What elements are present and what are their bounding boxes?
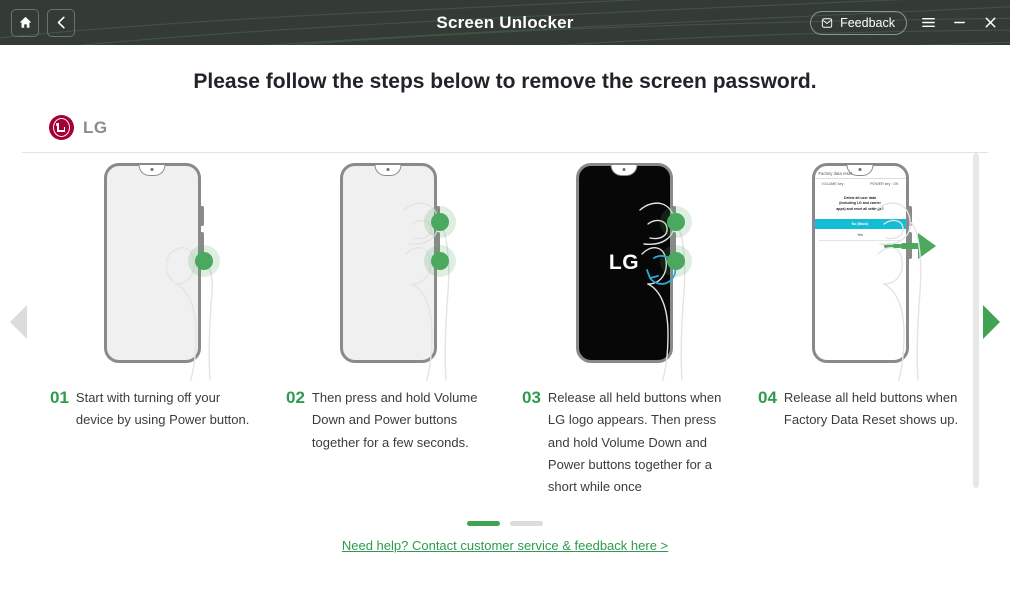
- phone-illustration: [34, 163, 270, 381]
- steps-carousel: 01 Start with turning off your device by…: [0, 153, 1010, 513]
- carousel-prev-button[interactable]: [10, 305, 27, 339]
- step-card: LG 03 Release all held buttons when LG l…: [506, 163, 742, 493]
- step-number: 03: [522, 388, 541, 407]
- step-caption: 04 Release all held buttons when Factory…: [742, 373, 978, 432]
- volume-press-indicator: [430, 213, 449, 231]
- step-text: Release all held buttons when LG logo ap…: [547, 390, 722, 493]
- page-indicator: [0, 521, 1010, 526]
- envelope-icon: [821, 17, 833, 28]
- factory-reset-divider: [814, 177, 906, 178]
- step-caption: 01 Start with turning off your device by…: [34, 373, 270, 432]
- step-text: Then press and hold Volume Down and Powe…: [311, 390, 478, 450]
- volume-button-shape: [199, 206, 204, 226]
- phone-illustration: Factory data reset VOLUME key : POWER ke…: [742, 163, 978, 381]
- phone-illustration: LG: [506, 163, 742, 381]
- step-caption: 03 Release all held buttons when LG logo…: [506, 373, 742, 493]
- power-press-indicator: [430, 252, 449, 270]
- home-icon: [19, 16, 31, 28]
- step-number: 01: [50, 388, 69, 407]
- minimize-button[interactable]: [949, 13, 969, 33]
- factory-reset-keys: VOLUME key : POWER key : OK: [819, 182, 902, 186]
- step-caption: 02 Then press and hold Volume Down and P…: [270, 373, 506, 454]
- close-button[interactable]: [980, 13, 1000, 33]
- brand-row: LG: [49, 115, 1010, 140]
- hand-illustration-icon: [639, 202, 686, 381]
- step-card: Factory data reset VOLUME key : POWER ke…: [742, 163, 978, 493]
- factory-reset-body-line3: apps) and reset all settings?: [836, 206, 884, 211]
- phone-screen-logo: LG: [608, 251, 640, 274]
- close-icon: [984, 17, 996, 28]
- help-link[interactable]: Need help? Contact customer service & fe…: [342, 538, 668, 553]
- hand-illustration-icon: [403, 202, 450, 381]
- front-camera-icon: [622, 168, 626, 171]
- factory-reset-body: Delete all user data (including LG and c…: [819, 196, 902, 212]
- green-arrow-icon: [883, 233, 936, 259]
- power-key-label: POWER key : OK: [870, 182, 899, 186]
- home-button[interactable]: [11, 8, 39, 37]
- minimize-icon: [953, 21, 965, 24]
- step-card: 01 Start with turning off your device by…: [34, 163, 270, 493]
- front-camera-icon: [858, 168, 862, 171]
- page-title: Please follow the steps below to remove …: [193, 70, 817, 93]
- step-card: 02 Then press and hold Volume Down and P…: [270, 163, 506, 493]
- menu-button[interactable]: [918, 13, 938, 33]
- feedback-label: Feedback: [840, 15, 895, 30]
- hand-illustration-icon: [166, 247, 213, 381]
- feedback-button[interactable]: Feedback: [810, 10, 907, 35]
- carousel-next-button[interactable]: [983, 305, 1000, 339]
- brand-label: LG: [83, 117, 108, 137]
- power-press-indicator: [666, 252, 685, 270]
- phone-illustration: [270, 163, 506, 381]
- title-bar: Screen Unlocker Feedback: [0, 0, 1010, 45]
- steps-list: 01 Start with turning off your device by…: [34, 153, 1010, 493]
- footer: Need help? Contact customer service & fe…: [0, 521, 1010, 555]
- step-text: Start with turning off your device by us…: [75, 390, 250, 428]
- volume-button-shape: [907, 206, 912, 226]
- power-press-indicator: [194, 252, 213, 270]
- volume-press-indicator: [666, 213, 685, 231]
- chevron-left-icon: [57, 16, 65, 29]
- lg-logo-icon: [49, 115, 74, 140]
- step-number: 04: [758, 388, 777, 407]
- back-button[interactable]: [47, 8, 75, 37]
- factory-reset-title: Factory data reset: [818, 171, 853, 176]
- volume-key-label: VOLUME key :: [821, 182, 846, 186]
- step-number: 02: [286, 388, 305, 407]
- page-indicator-dot-1[interactable]: [467, 521, 500, 526]
- page-indicator-dot-2[interactable]: [510, 521, 543, 526]
- front-camera-icon: [150, 168, 154, 171]
- hamburger-menu-icon: [921, 18, 935, 27]
- step-text: Release all held buttons when Factory Da…: [783, 390, 959, 428]
- front-camera-icon: [386, 168, 390, 171]
